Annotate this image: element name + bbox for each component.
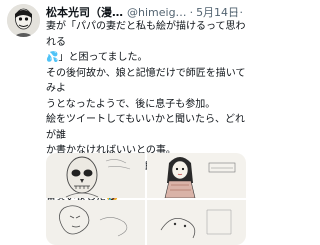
tweet-text-line: 妻が「パパの妻だと私も絵が描けるって思われる bbox=[46, 21, 246, 48]
author-handle[interactable]: @himeig… bbox=[127, 5, 187, 20]
avatar[interactable] bbox=[7, 4, 40, 37]
skull-drawing-icon bbox=[46, 153, 145, 198]
media-image-3[interactable] bbox=[46, 200, 145, 245]
avatar-portrait-icon bbox=[7, 4, 40, 37]
tweet-text-line: うとなったようで、後に息子も参加。 bbox=[46, 98, 216, 110]
girl-drawing-icon bbox=[147, 153, 246, 198]
tweet-media-grid bbox=[46, 153, 246, 245]
scribble-drawing-icon bbox=[147, 200, 246, 245]
more-options-icon[interactable]: ··· bbox=[231, 5, 245, 20]
scribble-drawing-icon bbox=[46, 200, 145, 245]
media-image-1[interactable] bbox=[46, 153, 145, 198]
tweet-text-line: 💦」と困ってました。 bbox=[46, 52, 148, 63]
header-separator: · bbox=[189, 6, 194, 19]
media-image-2[interactable] bbox=[147, 153, 246, 198]
media-image-4[interactable] bbox=[147, 200, 246, 245]
author-name[interactable]: 松本光司（漫… bbox=[46, 5, 123, 20]
tweet-text-line: その後何故か、娘と記憶だけで師匠を描いてみよ bbox=[46, 67, 246, 95]
tweet-text-line: 絵をツイートしてもいいかと聞いたら、どれが誰 bbox=[46, 114, 245, 141]
tweet-header: 松本光司（漫… @himeig… · 5月14日 ··· bbox=[46, 5, 244, 20]
